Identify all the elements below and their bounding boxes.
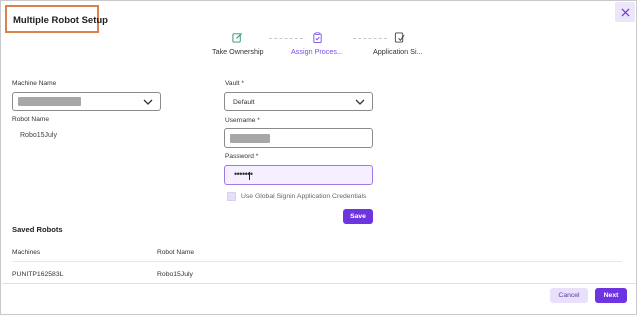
machine-name-select[interactable] <box>12 92 161 111</box>
close-icon <box>620 7 630 17</box>
global-signin-checkbox-label: Use Global Signin Application Credential… <box>241 193 367 200</box>
step-take-ownership[interactable]: Take Ownership <box>212 47 264 56</box>
step-connector <box>353 38 387 39</box>
step-assign-process[interactable]: Assign Proces... <box>291 47 343 56</box>
username-redacted-value <box>230 134 270 143</box>
close-button[interactable] <box>615 2 635 22</box>
vault-select[interactable]: Default <box>224 92 373 111</box>
robot-name-value: Robo15July <box>20 132 57 139</box>
table-header-divider <box>12 261 622 262</box>
vault-label: Vault * <box>225 80 244 87</box>
table-cell-machine: PUNITP162583L <box>12 271 64 278</box>
title-highlight-box: Multiple Robot Setup <box>5 5 108 33</box>
cancel-button[interactable]: Cancel <box>550 288 588 303</box>
column-header-machines: Machines <box>12 249 41 256</box>
saved-robots-title: Saved Robots <box>12 225 63 234</box>
password-input[interactable]: ••••••• <box>224 165 373 185</box>
step-application-signin[interactable]: Application Si... <box>373 47 423 56</box>
next-button[interactable]: Next <box>595 288 627 303</box>
table-cell-robot-name: Robo15July <box>157 271 193 278</box>
document-check-icon <box>394 32 405 43</box>
clipboard-check-icon <box>313 32 322 43</box>
password-label: Password * <box>225 153 259 160</box>
multiple-robot-setup-dialog: Multiple Robot Setup Take Ownership Assi… <box>0 0 637 315</box>
machine-name-redacted-value <box>18 97 81 106</box>
chevron-down-icon <box>143 99 153 105</box>
footer-divider <box>2 283 636 284</box>
vault-selected-value: Default <box>233 99 255 106</box>
chevron-down-icon <box>355 99 365 105</box>
edit-square-icon <box>232 33 242 43</box>
text-caret <box>249 172 250 180</box>
dialog-title: Multiple Robot Setup <box>13 15 108 26</box>
save-button-label: Save <box>350 213 366 220</box>
save-button[interactable]: Save <box>343 209 373 224</box>
cancel-button-label: Cancel <box>558 292 580 299</box>
machine-name-label: Machine Name <box>12 80 57 87</box>
robot-name-label: Robot Name <box>12 116 50 123</box>
username-label: Username * <box>225 117 260 124</box>
step-connector <box>269 38 303 39</box>
column-header-robot-name: Robot Name <box>157 249 195 256</box>
global-signin-checkbox[interactable] <box>227 192 236 201</box>
next-button-label: Next <box>603 292 619 299</box>
username-input[interactable] <box>224 128 373 148</box>
